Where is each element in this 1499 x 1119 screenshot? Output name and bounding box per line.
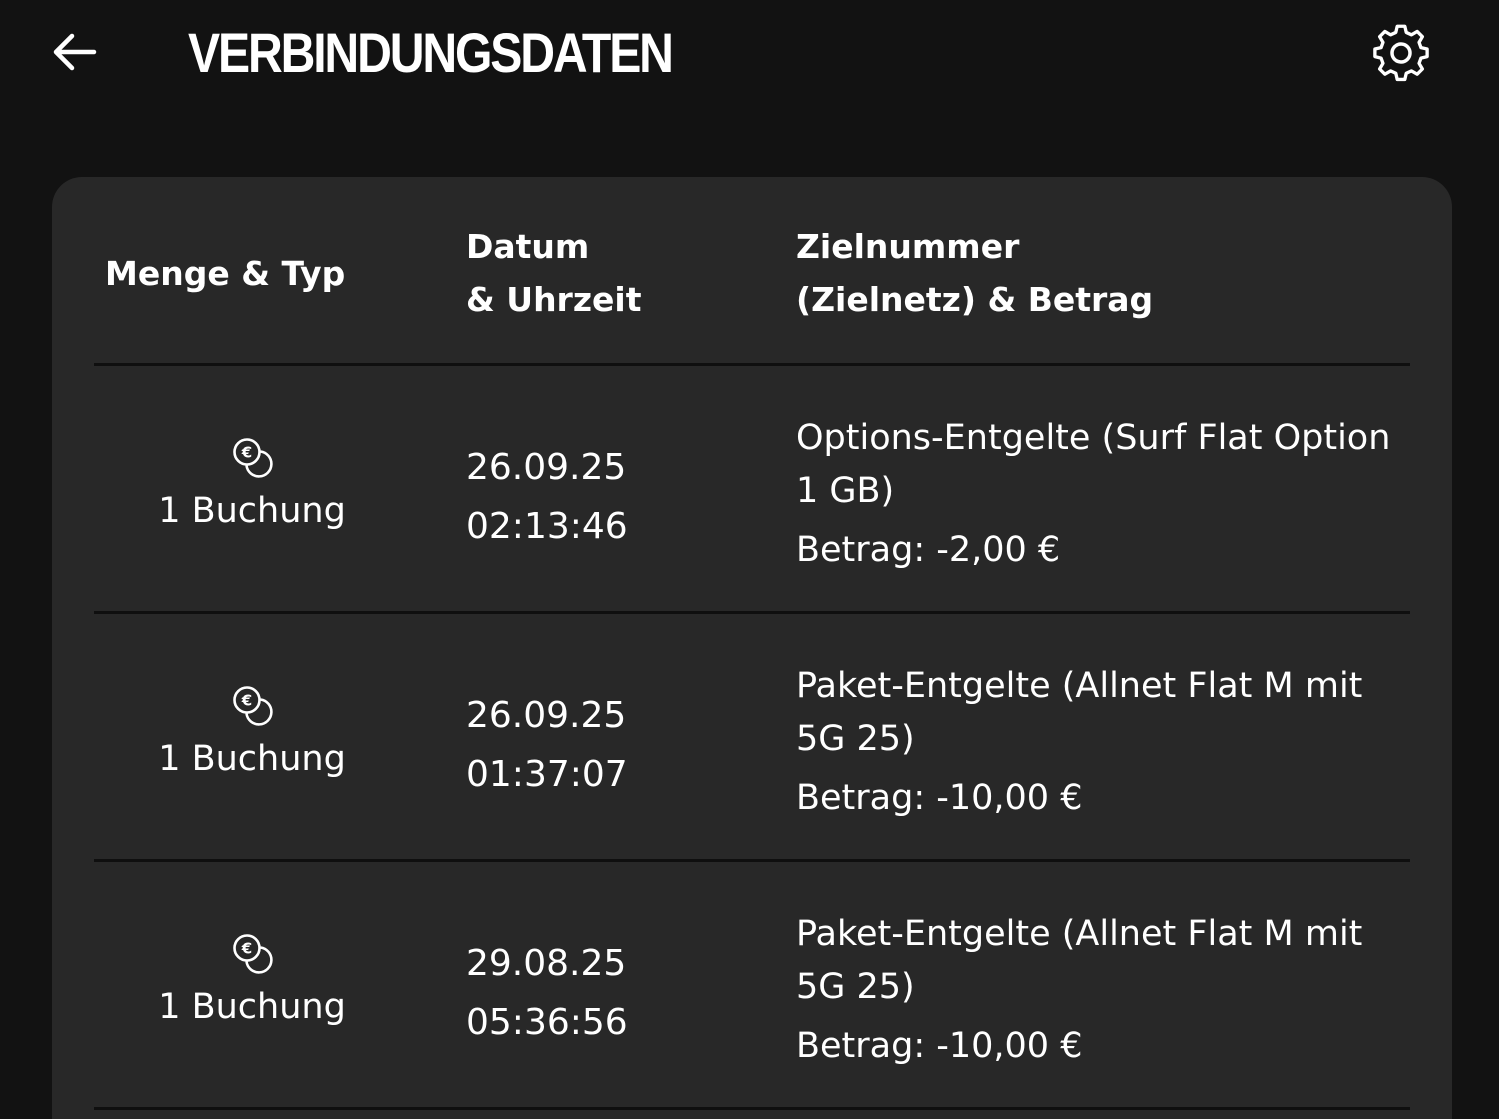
charge-description: Paket-Entgelte (Allnet Flat M mit 5G 25) (796, 914, 1363, 1007)
type-label: 1 Buchung (158, 491, 346, 531)
column-header-menge-typ: Menge & Typ (105, 254, 346, 293)
euro-coins-icon: € (233, 686, 273, 726)
type-cell: € 1 Buchung (132, 684, 372, 780)
charge-amount: Betrag: -10,00 € (796, 778, 1083, 818)
column-header-zielnummer: Zielnummer (Zielnetz) & Betrag (796, 220, 1153, 326)
date-cell: 29.08.25 05:36:56 (466, 934, 628, 1052)
date-cell: 26.09.25 01:37:07 (466, 686, 628, 804)
settings-button[interactable] (1368, 20, 1434, 86)
svg-text:€: € (241, 692, 252, 710)
type-label: 1 Buchung (158, 987, 346, 1027)
type-cell: € 1 Buchung (132, 436, 372, 532)
target-cell: Paket-Entgelte (Allnet Flat M mit 5G 25)… (796, 908, 1396, 1073)
table-header: Menge & Typ Datum & Uhrzeit Zielnummer (… (52, 177, 1452, 364)
svg-text:€: € (241, 444, 252, 462)
gear-icon (1373, 24, 1429, 82)
column-header-datum-line2: & Uhrzeit (466, 280, 642, 319)
charge-amount: Betrag: -10,00 € (796, 1026, 1083, 1066)
column-header-ziel-line1: Zielnummer (796, 227, 1020, 266)
table-divider (94, 1107, 1410, 1110)
target-cell: Options-Entgelte (Surf Flat Option 1 GB)… (796, 412, 1396, 577)
transactions-card: Menge & Typ Datum & Uhrzeit Zielnummer (… (52, 177, 1452, 1119)
time-value: 05:36:56 (466, 1002, 628, 1043)
column-header-ziel-line2: (Zielnetz) & Betrag (796, 280, 1154, 319)
target-cell: Paket-Entgelte (Allnet Flat M mit 5G 25)… (796, 660, 1396, 825)
charge-description: Paket-Entgelte (Allnet Flat M mit 5G 25) (796, 666, 1363, 759)
back-button[interactable] (44, 22, 104, 82)
euro-coins-icon: € (233, 438, 273, 478)
arrow-left-icon (53, 33, 97, 71)
column-header-datum: Datum & Uhrzeit (466, 220, 642, 326)
svg-text:€: € (241, 940, 252, 958)
app-root: VERBINDUNGSDATEN Menge & Typ Datum & Uhr… (0, 0, 1499, 1119)
column-header-datum-line1: Datum (466, 227, 590, 266)
date-value: 26.09.25 (466, 447, 627, 488)
charge-description: Options-Entgelte (Surf Flat Option 1 GB) (796, 418, 1391, 511)
euro-coins-icon: € (233, 934, 273, 974)
type-cell: € 1 Buchung (132, 932, 372, 1028)
date-value: 29.08.25 (466, 943, 627, 984)
charge-amount: Betrag: -2,00 € (796, 530, 1061, 570)
top-bar: VERBINDUNGSDATEN (0, 0, 1499, 110)
date-value: 26.09.25 (466, 695, 627, 736)
date-cell: 26.09.25 02:13:46 (466, 438, 628, 556)
table-row[interactable]: € 1 Buchung 26.09.25 01:37:07 Paket-Entg… (52, 614, 1452, 859)
table-row[interactable]: € 1 Buchung 26.09.25 02:13:46 Options-En… (52, 366, 1452, 611)
page-title: VERBINDUNGSDATEN (188, 21, 674, 84)
table-row[interactable]: € 1 Buchung 29.08.25 05:36:56 Paket-Entg… (52, 862, 1452, 1107)
time-value: 01:37:07 (466, 754, 628, 795)
time-value: 02:13:46 (466, 506, 628, 547)
type-label: 1 Buchung (158, 739, 346, 779)
